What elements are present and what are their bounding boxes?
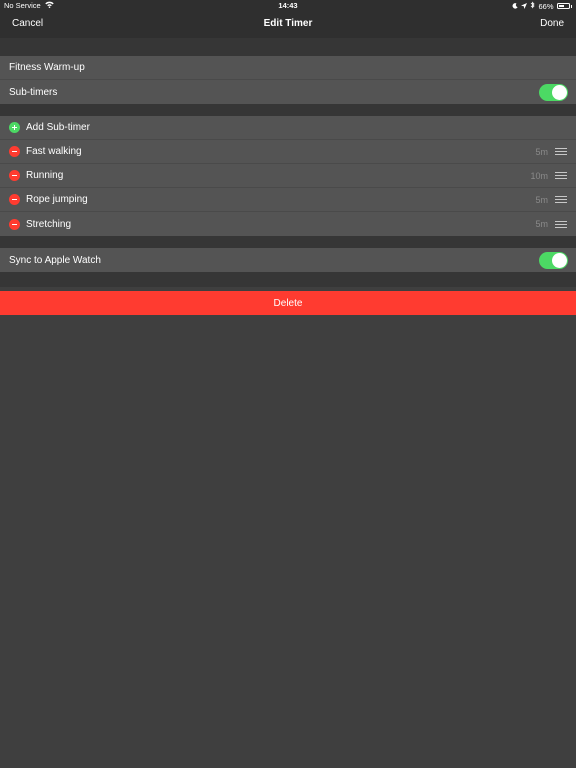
settings-list: Fitness Warm-up Sub-timers Add Sub-timer… bbox=[0, 38, 576, 287]
subtimer-row-running[interactable]: Running 10m bbox=[0, 164, 576, 188]
delete-label: Delete bbox=[273, 297, 303, 309]
toggle-knob bbox=[552, 84, 567, 100]
section-spacer bbox=[0, 104, 576, 116]
section-spacer bbox=[0, 272, 576, 287]
moon-icon bbox=[512, 2, 519, 11]
bluetooth-icon bbox=[530, 1, 536, 11]
sync-watch-row: Sync to Apple Watch bbox=[0, 248, 576, 272]
subtimer-label: Stretching bbox=[26, 218, 72, 230]
remove-circle-icon[interactable] bbox=[9, 218, 20, 230]
drag-handle-icon[interactable] bbox=[555, 196, 567, 203]
status-left: No Service bbox=[4, 1, 54, 10]
subtimers-row: Sub-timers bbox=[0, 80, 576, 104]
subtimer-duration: 10m bbox=[530, 170, 548, 181]
subtimers-section: Add Sub-timer Fast walking 5m Running 10… bbox=[0, 116, 576, 236]
section-spacer bbox=[0, 38, 576, 56]
delete-button[interactable]: Delete bbox=[0, 291, 576, 315]
subtimer-label: Rope jumping bbox=[26, 194, 88, 205]
add-subtimer-label: Add Sub-timer bbox=[26, 122, 90, 133]
nav-bar: Cancel Edit Timer Done bbox=[0, 12, 576, 38]
watch-section: Sync to Apple Watch bbox=[0, 248, 576, 272]
sync-watch-toggle[interactable] bbox=[539, 251, 568, 269]
drag-handle-icon[interactable] bbox=[555, 172, 567, 179]
remove-circle-icon[interactable] bbox=[9, 194, 20, 205]
page-title: Edit Timer bbox=[263, 18, 313, 29]
subtimer-row-fast-walking[interactable]: Fast walking 5m bbox=[0, 140, 576, 164]
battery-tip bbox=[570, 4, 572, 8]
timer-name-row[interactable]: Fitness Warm-up bbox=[0, 56, 576, 80]
carrier-label: No Service bbox=[4, 1, 41, 10]
subtimer-row-rope-jumping[interactable]: Rope jumping 5m bbox=[0, 188, 576, 212]
subtimer-duration: 5m bbox=[535, 146, 548, 157]
location-arrow-icon bbox=[521, 2, 528, 11]
subtimer-label: Fast walking bbox=[26, 146, 82, 157]
add-subtimer-row[interactable]: Add Sub-timer bbox=[0, 116, 576, 140]
add-circle-icon[interactable] bbox=[9, 122, 20, 133]
timer-name-field[interactable]: Fitness Warm-up bbox=[9, 62, 85, 73]
remove-circle-icon[interactable] bbox=[9, 170, 20, 181]
subtimer-label: Running bbox=[26, 170, 64, 181]
battery-icon bbox=[556, 3, 570, 9]
drag-handle-icon[interactable] bbox=[555, 220, 567, 228]
battery-percent: 66% bbox=[538, 1, 554, 11]
toggle-knob bbox=[552, 252, 567, 268]
done-button[interactable]: Done bbox=[540, 18, 564, 29]
status-bar: No Service 14:43 66% bbox=[0, 0, 576, 12]
subtimer-duration: 5m bbox=[535, 194, 548, 205]
subtimers-label: Sub-timers bbox=[9, 86, 58, 98]
subtimers-toggle[interactable] bbox=[539, 83, 568, 101]
status-time: 14:43 bbox=[278, 1, 298, 10]
wifi-icon bbox=[44, 1, 54, 10]
sync-watch-label: Sync to Apple Watch bbox=[9, 254, 101, 266]
remove-circle-icon[interactable] bbox=[9, 146, 20, 157]
subtimer-row-stretching[interactable]: Stretching 5m bbox=[0, 212, 576, 236]
drag-handle-icon[interactable] bbox=[555, 148, 567, 155]
timer-section: Fitness Warm-up Sub-timers bbox=[0, 56, 576, 104]
section-spacer bbox=[0, 236, 576, 248]
status-right: 66% bbox=[512, 1, 572, 11]
subtimer-duration: 5m bbox=[535, 219, 548, 229]
battery-fill bbox=[558, 5, 565, 7]
